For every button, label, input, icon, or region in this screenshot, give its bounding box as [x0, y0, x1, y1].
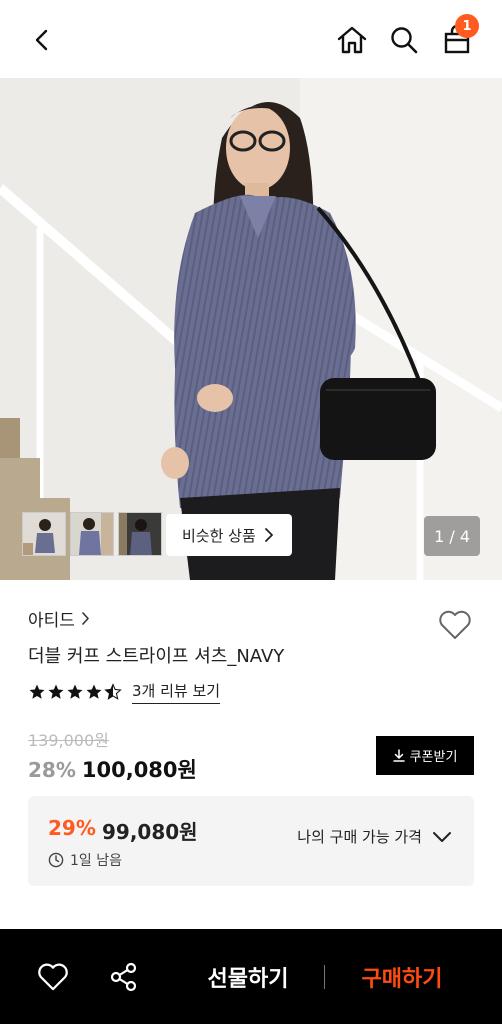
product-image-gallery[interactable]: 비슷한 상품 1 / 4: [0, 78, 502, 580]
my-price-discount: 29%: [48, 816, 96, 840]
cart-button[interactable]: 1: [437, 14, 479, 60]
similar-products-button[interactable]: 비슷한 상품: [166, 514, 292, 556]
discount-rate: 28%: [28, 758, 76, 782]
chevron-right-icon: [82, 612, 89, 625]
sale-price: 100,080원: [81, 758, 197, 782]
chevron-right-icon: [264, 528, 273, 542]
similar-products-label: 비슷한 상품: [182, 526, 256, 545]
like-button[interactable]: [35, 959, 71, 995]
wishlist-button[interactable]: [434, 604, 476, 646]
price-row: 28% 100,080원: [28, 754, 197, 784]
time-left-label: 1일 남음: [70, 853, 122, 869]
rating-row: 3개 리뷰 보기: [28, 680, 221, 704]
my-price-value: 99,080원: [102, 820, 198, 844]
star-full-icon: [29, 684, 45, 699]
share-icon: [110, 962, 137, 992]
brand-name: 아티드: [28, 611, 75, 631]
chevron-left-icon: [35, 29, 48, 51]
gift-button[interactable]: 선물하기: [186, 957, 310, 997]
star-full-icon: [86, 684, 102, 699]
share-button[interactable]: [106, 959, 142, 995]
coupon-label: 쿠폰받기: [409, 750, 458, 765]
star-rating: [28, 683, 122, 701]
thumbnail-3[interactable]: [118, 512, 162, 556]
top-app-bar: 1: [0, 0, 502, 78]
brand-link[interactable]: 아티드: [28, 606, 90, 631]
thumbnail-strip: [22, 512, 162, 556]
star-half-icon: [104, 683, 122, 700]
my-price-toggle[interactable]: 나의 구매 가능 가격: [297, 826, 452, 847]
my-price-toggle-label: 나의 구매 가능 가격: [297, 828, 422, 846]
search-icon: [391, 27, 418, 54]
star-full-icon: [48, 684, 64, 699]
search-button[interactable]: [384, 20, 424, 60]
home-icon: [337, 26, 367, 54]
back-button[interactable]: [22, 20, 62, 60]
time-left: 1일 남음: [48, 850, 122, 870]
clock-icon: [48, 852, 64, 868]
product-name: 더블 커프 스트라이프 셔츠_NAVY: [28, 646, 285, 667]
product-photo: [0, 78, 502, 580]
home-button[interactable]: [332, 20, 372, 60]
image-page-indicator: 1 / 4: [424, 516, 480, 556]
chevron-down-icon: [433, 831, 451, 842]
thumbnail-2[interactable]: [70, 512, 114, 556]
thumbnail-1[interactable]: [22, 512, 66, 556]
heart-icon: [38, 963, 68, 991]
thumbnail-image: [71, 513, 113, 555]
original-price: 139,000원: [28, 731, 109, 750]
download-icon: [392, 749, 405, 762]
divider: [324, 965, 325, 989]
cart-count-badge: 1: [455, 14, 479, 38]
my-price-panel[interactable]: 29% 99,080원 1일 남음 나의 구매 가능 가격: [28, 796, 474, 886]
coupon-button[interactable]: 쿠폰받기: [376, 736, 474, 775]
thumbnail-image: [119, 513, 161, 555]
star-full-icon: [67, 684, 83, 699]
heart-icon: [439, 610, 471, 639]
review-link[interactable]: 3개 리뷰 보기: [132, 680, 221, 704]
thumbnail-image: [23, 513, 65, 555]
bottom-action-bar: 선물하기 구매하기: [0, 929, 502, 1024]
buy-button[interactable]: 구매하기: [340, 957, 464, 997]
